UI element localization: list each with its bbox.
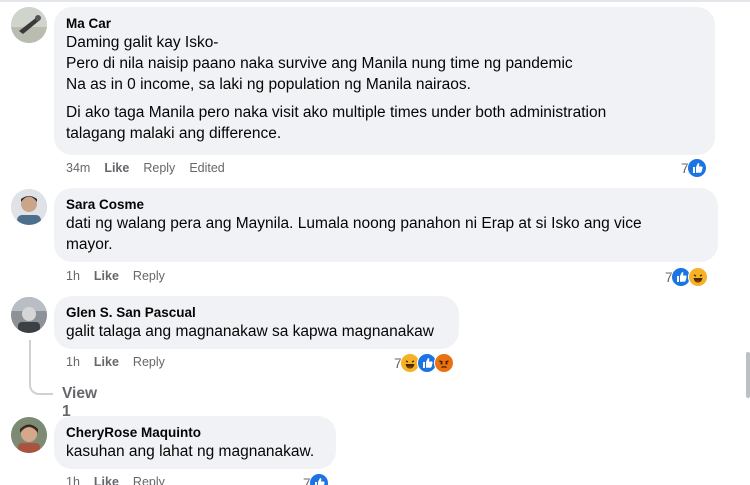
like-button[interactable]: Like: [94, 269, 119, 283]
avatar[interactable]: [11, 297, 47, 333]
comment-line: talagang malaki ang difference.: [66, 125, 282, 142]
comment-line: galit talaga ang magnanakaw sa kapwa mag…: [66, 323, 434, 340]
comment-text: Daming galit kay Isko- Pero di nila nais…: [66, 32, 703, 144]
avatar[interactable]: [11, 417, 47, 453]
like-button[interactable]: Like: [94, 355, 119, 369]
comment-bubble: Glen S. San Pascual galit talaga ang mag…: [54, 296, 459, 349]
edited-label[interactable]: Edited: [189, 161, 224, 175]
comment-actions: 1h Like Reply: [66, 355, 165, 369]
like-button[interactable]: Like: [104, 161, 129, 175]
reaction-summary[interactable]: 7: [665, 267, 708, 287]
comment-line: dati ng walang pera ang Maynila. Lumala …: [66, 215, 642, 232]
comment-author[interactable]: Ma Car: [66, 15, 703, 32]
reply-button[interactable]: Reply: [133, 475, 165, 485]
like-reaction-icon: [686, 158, 707, 178]
comment-time[interactable]: 1h: [66, 355, 80, 369]
comment-line: kasuhan ang lahat ng magnanakaw.: [66, 443, 315, 460]
comment-author[interactable]: Sara Cosme: [66, 196, 706, 213]
comment-time[interactable]: 1h: [66, 269, 80, 283]
avatar[interactable]: [11, 7, 47, 43]
comment-actions: 1h Like Reply: [66, 475, 165, 485]
comment-bubble: CheryRose Maquinto kasuhan ang lahat ng …: [54, 416, 336, 469]
reply-button[interactable]: Reply: [133, 269, 165, 283]
comment-author[interactable]: Glen S. San Pascual: [66, 304, 447, 321]
reply-button[interactable]: Reply: [143, 161, 175, 175]
reaction-summary[interactable]: 7: [681, 158, 707, 178]
reaction-summary[interactable]: 7: [394, 353, 454, 373]
comment-time[interactable]: 34m: [66, 161, 90, 175]
comment-actions: 1h Like Reply: [66, 269, 165, 283]
reply-button[interactable]: Reply: [133, 355, 165, 369]
comment-bubble: Ma Car Daming galit kay Isko- Pero di ni…: [54, 7, 715, 155]
comment-time[interactable]: 1h: [66, 475, 80, 485]
like-button[interactable]: Like: [94, 475, 119, 485]
comment-line: Daming galit kay Isko-: [66, 34, 219, 51]
comments-panel: Ma Car Daming galit kay Isko- Pero di ni…: [0, 0, 750, 485]
comment-author[interactable]: CheryRose Maquinto: [66, 424, 324, 441]
comment-text: kasuhan ang lahat ng magnanakaw.: [66, 441, 324, 462]
avatar[interactable]: [11, 189, 47, 225]
comment-line: mayor.: [66, 236, 113, 253]
like-reaction-icon: [308, 473, 329, 485]
comment-line: Pero di nila naisip paano naka survive a…: [66, 55, 573, 72]
reaction-summary[interactable]: 7: [303, 473, 329, 485]
comment-text: dati ng walang pera ang Maynila. Lumala …: [66, 213, 706, 255]
reply-thread-line: [29, 340, 53, 395]
scrollbar[interactable]: [746, 352, 750, 398]
top-divider: [0, 0, 750, 2]
comment-line: Na as in 0 income, sa laki ng population…: [66, 76, 471, 93]
comment-line: Di ako taga Manila pero naka visit ako m…: [66, 104, 607, 121]
comment-actions: 34m Like Reply Edited: [66, 161, 225, 175]
comment-text: galit talaga ang magnanakaw sa kapwa mag…: [66, 321, 447, 342]
haha-reaction-icon: [687, 267, 708, 287]
angry-reaction-icon: [433, 353, 454, 373]
comment-bubble: Sara Cosme dati ng walang pera ang Mayni…: [54, 188, 718, 262]
